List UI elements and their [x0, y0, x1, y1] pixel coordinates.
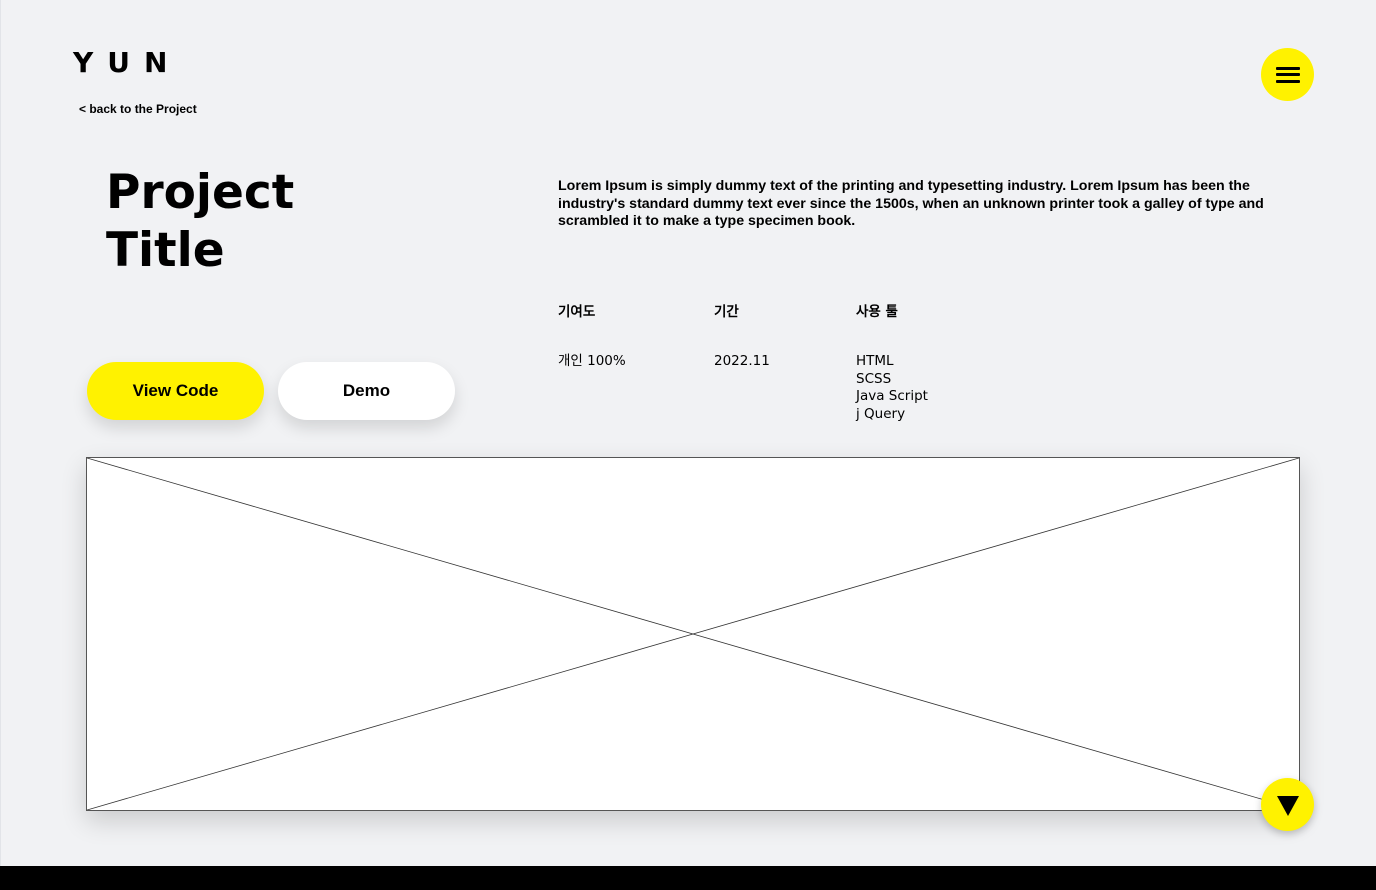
triangle-down-icon — [1276, 795, 1299, 816]
scroll-down-button[interactable] — [1261, 778, 1314, 831]
period-value: 2022.11 — [714, 353, 770, 369]
back-to-project-link[interactable]: < back to the Project — [79, 102, 197, 116]
placeholder-cross — [87, 458, 1299, 810]
project-title: Project Title — [106, 165, 295, 278]
project-detail-page: YUN < back to the Project Project Title … — [0, 0, 1376, 866]
tool-item: j Query — [856, 405, 906, 422]
tools-label: 사용 툴 — [856, 304, 898, 320]
project-description: Lorem Ipsum is simply dummy text of the … — [558, 178, 1264, 229]
menu-button[interactable] — [1261, 48, 1314, 101]
tools-list: HTML SCSS Java Script j Query — [856, 353, 928, 423]
period-label: 기간 — [714, 304, 739, 320]
footer-bar — [0, 866, 1376, 890]
contribution-value: 개인 100% — [558, 353, 626, 369]
logo[interactable]: YUN — [73, 46, 181, 80]
tool-item: HTML — [856, 353, 894, 369]
view-code-button[interactable]: View Code — [87, 362, 264, 420]
project-image-placeholder — [86, 457, 1300, 811]
hamburger-menu-icon — [1275, 66, 1300, 83]
demo-button[interactable]: Demo — [278, 362, 455, 420]
tool-item: SCSS — [856, 370, 892, 387]
tool-item: Java Script — [856, 388, 928, 404]
contribution-label: 기여도 — [558, 304, 596, 320]
